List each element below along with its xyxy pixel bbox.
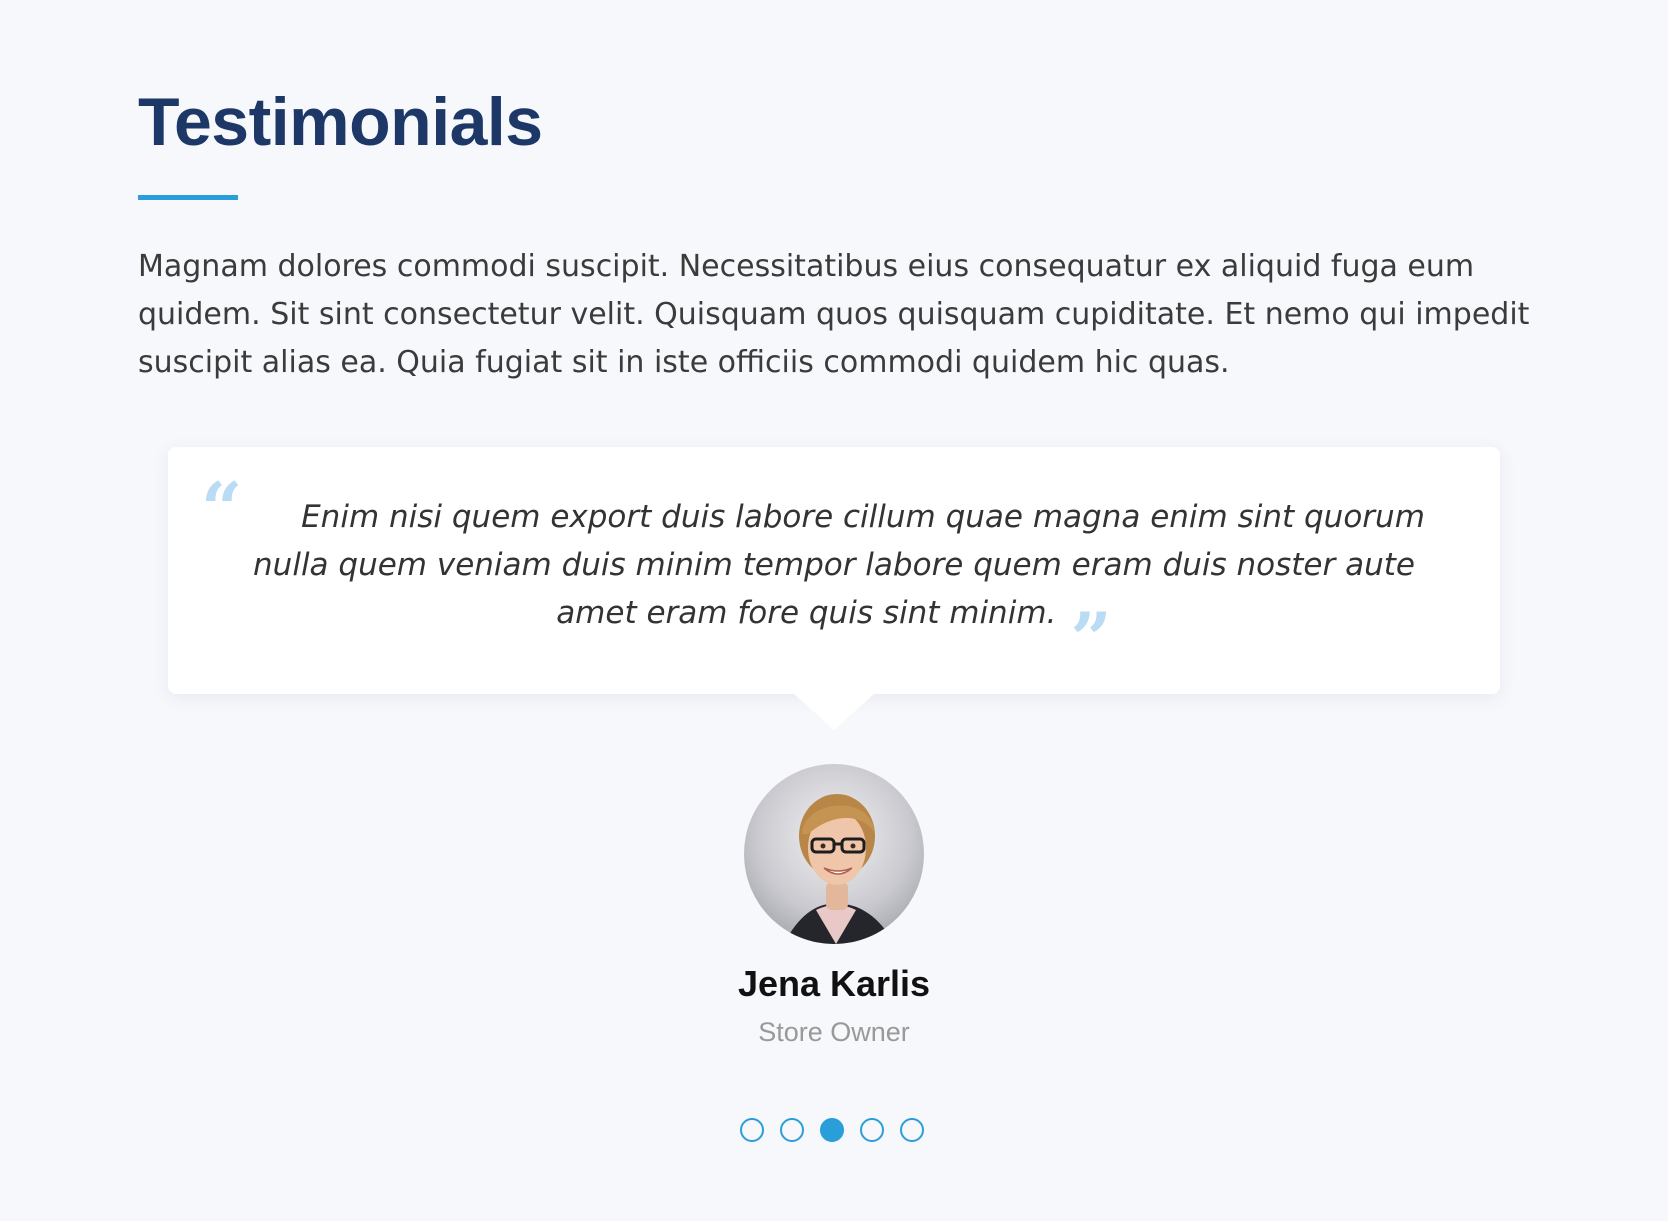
carousel-dot-5[interactable] (900, 1118, 924, 1142)
avatar (744, 764, 924, 944)
author-role: Store Owner (758, 1017, 910, 1047)
carousel-dot-1[interactable] (740, 1118, 764, 1142)
testimonial-quote: Enim nisi quem export duis labore cillum… (253, 499, 1425, 681)
carousel-dot-3[interactable] (820, 1118, 844, 1142)
author-name: Jena Karlis (737, 963, 931, 1004)
title-underline (138, 195, 238, 200)
avatar-portrait-icon (784, 794, 894, 944)
carousel-pagination (740, 1118, 924, 1144)
carousel-dot-4[interactable] (860, 1118, 884, 1142)
testimonials-section: Testimonials Magnam dolores commodi susc… (0, 0, 1668, 1221)
section-intro: Magnam dolores commodi suscipit. Necessi… (138, 249, 1530, 380)
section-title: Testimonials (138, 84, 543, 160)
testimonial-card: “ Enim nisi quem export duis labore cill… (168, 447, 1500, 730)
testimonial-quote-text: Enim nisi quem export duis labore cillum… (253, 499, 1425, 631)
carousel-dot-2[interactable] (780, 1118, 804, 1142)
